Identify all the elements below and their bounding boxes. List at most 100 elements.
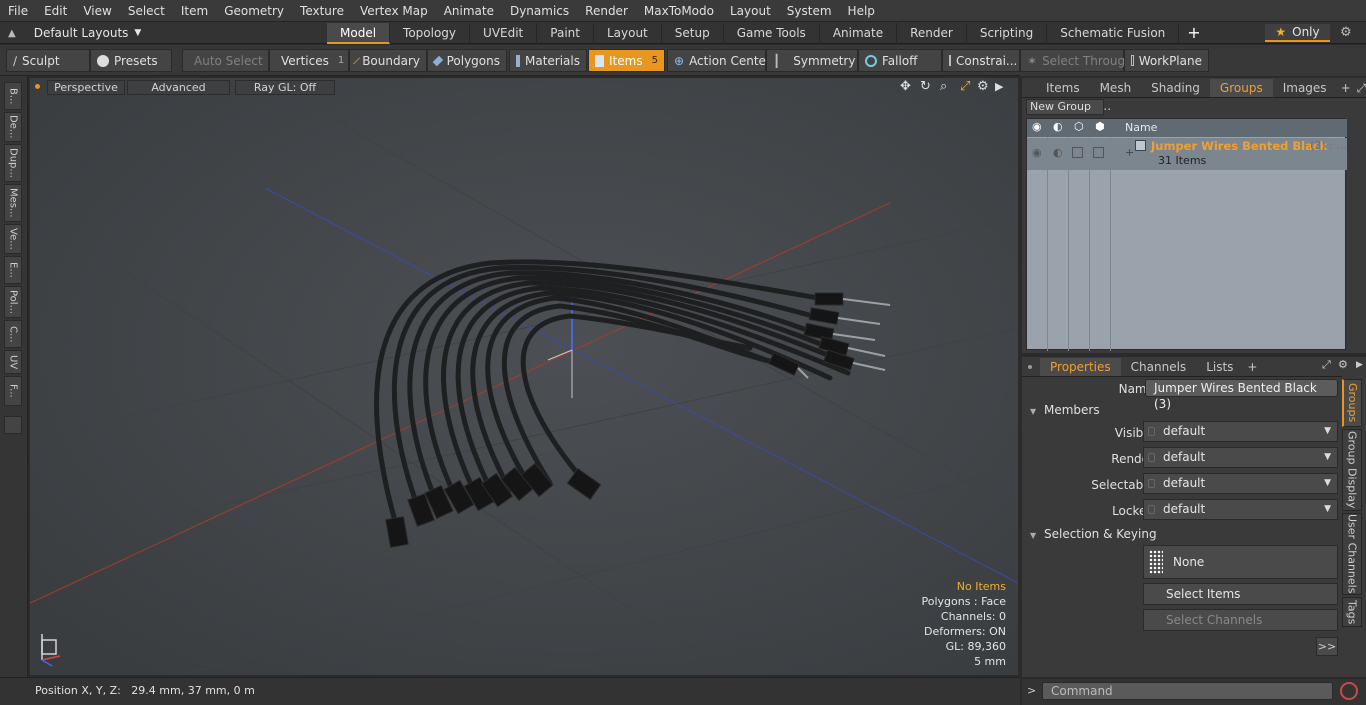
- sculpt-button[interactable]: ∕ Sculpt: [6, 49, 90, 72]
- layout-dropdown[interactable]: ▲ Default Layouts ▼: [8, 24, 141, 42]
- side-tab-tags[interactable]: Tags: [1342, 597, 1362, 627]
- group-list-scrollbar[interactable]: [1348, 118, 1362, 350]
- vtab-c[interactable]: C...: [4, 320, 22, 348]
- vtab-mes[interactable]: Mes...: [4, 184, 22, 222]
- menu-animate[interactable]: Animate: [436, 4, 502, 18]
- raygl-button[interactable]: Ray GL: Off: [235, 80, 335, 95]
- rotate-view-icon[interactable]: ↻: [920, 79, 931, 94]
- vtab-extra[interactable]: [4, 416, 22, 434]
- tab-setup[interactable]: Setup: [662, 23, 724, 44]
- vtab-b[interactable]: B...: [4, 82, 22, 110]
- tab-paint[interactable]: Paint: [537, 23, 594, 44]
- tab-model[interactable]: Model: [327, 23, 391, 44]
- tab-render[interactable]: Render: [897, 23, 967, 44]
- menu-edit[interactable]: Edit: [36, 4, 75, 18]
- perspective-button[interactable]: Perspective: [47, 80, 125, 95]
- row-render-icon[interactable]: ◐: [1053, 146, 1063, 159]
- tab-uvedit[interactable]: UVEdit: [470, 23, 538, 44]
- vtab-e[interactable]: E...: [4, 256, 22, 284]
- tab-images[interactable]: Images: [1273, 79, 1337, 97]
- row-select-box[interactable]: [1072, 147, 1083, 158]
- group-row[interactable]: ◉ ◐ + Jumper Wires Bented Black (3) : ..…: [1027, 138, 1347, 170]
- menu-render[interactable]: Render: [577, 4, 636, 18]
- tab-lists[interactable]: Lists: [1196, 358, 1243, 376]
- tab-properties[interactable]: Properties: [1040, 358, 1121, 376]
- menu-vertex-map[interactable]: Vertex Map: [352, 4, 436, 18]
- workplane-button[interactable]: WorkPlane: [1124, 49, 1209, 72]
- none-button[interactable]: None: [1143, 545, 1338, 579]
- menu-geometry[interactable]: Geometry: [216, 4, 292, 18]
- properties-gear-icon[interactable]: ⚙: [1338, 358, 1348, 371]
- side-tab-groups[interactable]: Groups: [1342, 379, 1362, 427]
- action-center-button[interactable]: ⊕ Action Center: [667, 49, 771, 72]
- vtab-ve[interactable]: Ve...: [4, 224, 22, 254]
- vtab-dup[interactable]: Dup...: [4, 144, 22, 182]
- collapse-arrow-icon[interactable]: ▲: [8, 28, 16, 39]
- zoom-view-icon[interactable]: ⌕: [940, 79, 947, 94]
- name-column-header[interactable]: Name: [1125, 121, 1157, 134]
- only-toggle-button[interactable]: ★ Only: [1265, 24, 1330, 42]
- add-properties-tab-icon[interactable]: +: [1243, 358, 1261, 376]
- constraints-button[interactable]: Constrai...: [942, 49, 1020, 72]
- auto-select-button[interactable]: Auto Select: [182, 49, 269, 72]
- eye-icon[interactable]: ◉: [1032, 120, 1042, 133]
- items-button[interactable]: Items 5: [588, 49, 665, 72]
- vertices-button[interactable]: Vertices 1: [269, 49, 349, 72]
- gear-icon[interactable]: ⚙: [1340, 25, 1352, 40]
- tab-groups[interactable]: Groups: [1209, 79, 1273, 97]
- menu-maxtomodo[interactable]: MaxToModo: [636, 4, 722, 18]
- tab-channels[interactable]: Channels: [1121, 358, 1197, 376]
- render-dropdown[interactable]: default ▼: [1143, 447, 1338, 468]
- polygons-button[interactable]: Polygons: [427, 49, 507, 72]
- record-icon[interactable]: [1340, 682, 1358, 700]
- boundary-button[interactable]: Boundary: [349, 49, 427, 72]
- vtab-pol[interactable]: Pol...: [4, 286, 22, 318]
- cube-lock-icon[interactable]: ⬢: [1095, 120, 1105, 133]
- side-tab-user-channels[interactable]: User Channels: [1342, 513, 1362, 595]
- menu-file[interactable]: File: [0, 4, 36, 18]
- expand-plus-icon[interactable]: +: [1125, 146, 1134, 159]
- select-channels-button[interactable]: Select Channels: [1143, 609, 1338, 631]
- select-through-button[interactable]: ✶ Select Through: [1020, 49, 1133, 72]
- members-section[interactable]: ▼ Members: [1030, 403, 1100, 417]
- row-eye-icon[interactable]: ◉: [1032, 146, 1042, 159]
- cube-select-icon[interactable]: ⬡: [1074, 120, 1084, 133]
- side-tab-group-display[interactable]: Group Display: [1342, 429, 1362, 511]
- move-view-icon[interactable]: ✥: [900, 79, 911, 94]
- play-arrow-icon[interactable]: ▶: [995, 80, 1003, 93]
- tab-game-tools[interactable]: Game Tools: [724, 23, 820, 44]
- select-items-button[interactable]: Select Items: [1143, 583, 1338, 605]
- more-button[interactable]: >>: [1316, 637, 1338, 656]
- selection-keying-section[interactable]: ▼ Selection & Keying: [1030, 527, 1157, 541]
- 3d-viewport[interactable]: Perspective Advanced Ray GL: Off ✥ ↻ ⌕ ⤢…: [30, 78, 1018, 675]
- expand-panel-icon[interactable]: ⤢: [1355, 79, 1366, 97]
- falloff-button[interactable]: Falloff: [858, 49, 942, 72]
- visible-dropdown[interactable]: default ▼: [1143, 421, 1338, 442]
- row-lock-box[interactable]: [1093, 147, 1104, 158]
- menu-view[interactable]: View: [75, 4, 119, 18]
- vtab-f[interactable]: F...: [4, 376, 22, 406]
- selectable-dropdown[interactable]: default ▼: [1143, 473, 1338, 494]
- advanced-button[interactable]: Advanced: [127, 80, 230, 95]
- tab-topology[interactable]: Topology: [390, 23, 471, 44]
- tab-layout[interactable]: Layout: [594, 23, 662, 44]
- menu-help[interactable]: Help: [840, 4, 883, 18]
- add-tab-icon[interactable]: +: [1179, 23, 1208, 44]
- presets-button[interactable]: Presets: [90, 49, 172, 72]
- menu-texture[interactable]: Texture: [292, 4, 352, 18]
- add-panel-tab-icon[interactable]: +: [1337, 79, 1355, 97]
- properties-expand-icon[interactable]: ⤢: [1322, 358, 1331, 372]
- name-field[interactable]: Jumper Wires Bented Black (3): [1145, 379, 1338, 411]
- properties-arrow-icon[interactable]: ▶: [1356, 360, 1363, 370]
- materials-button[interactable]: Materials: [509, 49, 587, 72]
- menu-system[interactable]: System: [779, 4, 840, 18]
- tab-items[interactable]: Items: [1036, 79, 1090, 97]
- locked-dropdown[interactable]: default ▼: [1143, 499, 1338, 520]
- command-input[interactable]: Command: [1042, 682, 1333, 700]
- tab-animate[interactable]: Animate: [820, 23, 898, 44]
- maximize-view-icon[interactable]: ⤢: [960, 79, 970, 94]
- render-icon[interactable]: ◐: [1053, 120, 1063, 133]
- viewport-gear-icon[interactable]: ⚙: [977, 79, 989, 94]
- tab-mesh[interactable]: Mesh ...: [1090, 79, 1142, 113]
- menu-layout[interactable]: Layout: [722, 4, 779, 18]
